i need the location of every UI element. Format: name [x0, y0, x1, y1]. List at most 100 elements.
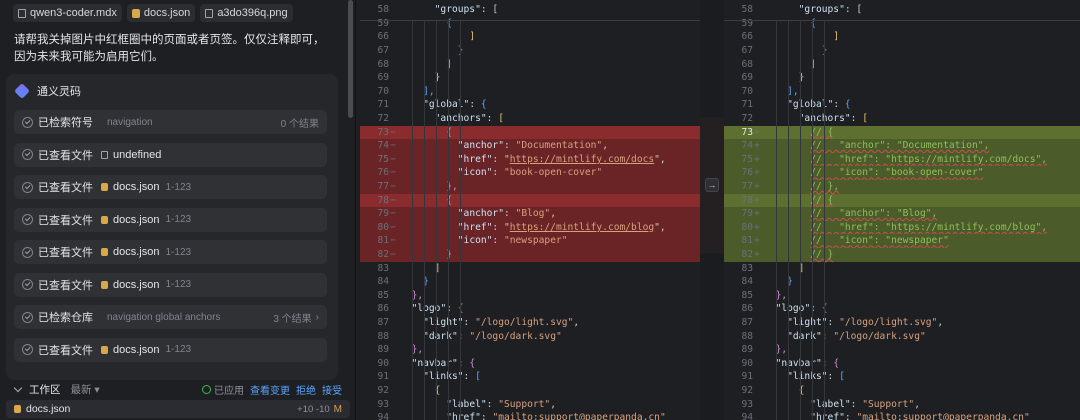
step-file: docs.json	[113, 181, 160, 193]
gutter-row: 80 +	[724, 220, 764, 235]
code-token: ,	[937, 317, 944, 328]
diff-modified-pane[interactable]: 58 59 66 67 68 69 70 71 72 73 +74 +75 +76 +77 +78 +79 +8…	[724, 0, 1080, 420]
step-label: 已查看文件	[38, 279, 93, 292]
gutter-row: 71	[724, 98, 764, 112]
accept-button[interactable]: 接受	[322, 382, 342, 397]
line-number: 89	[741, 344, 753, 356]
tool-step[interactable]: 已查看文件 docs.json 1-123	[14, 175, 327, 199]
code-line: "logo": {	[400, 302, 700, 316]
step-detail: navigation	[107, 116, 153, 128]
code-token: https://mintlify.com/docs	[509, 153, 655, 165]
step-file: docs.json	[113, 246, 160, 258]
code-token: "mailto:support@paperpanda.cn"	[492, 412, 666, 420]
gutter-row: 69	[360, 71, 400, 85]
gutter-row: 66	[724, 30, 764, 44]
json-icon	[101, 345, 108, 354]
code-token: "icon"	[457, 167, 493, 179]
diff-original-pane[interactable]: 58 59 66 67 68 69 70 71 72 73−74−75−76−77−78−79−8…	[360, 0, 700, 420]
context-file-chip[interactable]: docs.json	[126, 4, 196, 22]
gutter-row: 71	[360, 98, 400, 112]
sticky-scroll-divider	[360, 20, 700, 21]
step-file: docs.json	[113, 213, 160, 226]
code-token: },	[775, 344, 788, 356]
gutter-row: 75−	[360, 152, 400, 167]
code-token: [	[862, 113, 868, 124]
line-number: 75	[741, 153, 753, 165]
code-token: ,	[602, 140, 608, 152]
step-detail: 1-123	[165, 246, 192, 258]
code-token: :	[827, 371, 840, 383]
code-token: // {	[810, 194, 834, 206]
line-number: 66	[377, 31, 389, 43]
context-file-chip[interactable]: qwen3-coder.mdx	[13, 4, 122, 22]
indent-guide	[776, 20, 777, 420]
line-number: 83	[741, 262, 753, 274]
recent-dropdown[interactable]: 最新 ▾	[71, 382, 100, 397]
code-token: "groups"	[434, 4, 481, 16]
gutter-row: 76 +	[724, 166, 764, 180]
code-line: "icon": "newspaper"	[400, 234, 700, 248]
applied-status: 已应用	[202, 382, 244, 397]
gutter-row: 79−	[360, 207, 400, 221]
chat-scrollbar[interactable]	[348, 0, 353, 118]
code-token: // }	[810, 249, 834, 260]
tool-step[interactable]: 已检索符号 navigation 0 个结果	[14, 110, 327, 134]
diff-divider: →	[700, 0, 724, 420]
step-file: docs.json	[113, 278, 160, 291]
chevron-down-icon[interactable]	[13, 383, 23, 392]
modified-badge: M	[333, 403, 342, 415]
code-token: "global"	[787, 99, 834, 111]
workspace-file-row[interactable]: docs.json +10 -10 M	[6, 400, 350, 418]
code-token: :	[480, 412, 493, 420]
check-circle-icon	[22, 246, 33, 258]
gutter-row: 90	[360, 357, 400, 371]
code-token: :	[492, 167, 504, 179]
diff-marker: +	[754, 221, 760, 233]
reject-button[interactable]: 拒绝	[296, 382, 316, 397]
line-number: 78	[377, 194, 389, 206]
tool-step[interactable]: 已查看文件 undefined	[14, 142, 327, 167]
gutter-row: 58	[360, 3, 400, 17]
code-token: "Support"	[498, 398, 551, 410]
code-token: :	[503, 208, 516, 220]
code-token: :	[463, 371, 476, 383]
code-token: ,	[573, 317, 580, 328]
diff-marker: −	[390, 235, 396, 247]
context-file-chip[interactable]: a3do396q.png	[200, 4, 293, 22]
gutter-row: 88	[724, 330, 764, 344]
gutter-row: 92	[360, 384, 400, 398]
tool-step[interactable]: 已检索仓库 navigation global anchors 3 个结果 ›	[14, 305, 327, 329]
check-circle-icon	[22, 214, 33, 225]
gutter-row: 85	[360, 289, 400, 303]
code-token: "anchor"	[457, 140, 504, 152]
diff-marker: −	[390, 140, 396, 152]
code-token: "dark"	[787, 330, 822, 342]
view-changes-button[interactable]: 查看变更	[250, 382, 290, 397]
tool-step[interactable]: 已查看文件 docs.json 1-123	[14, 207, 327, 232]
gutter-row: 72	[724, 112, 764, 126]
code-line: "href": "https://mintlify.com/docs",	[400, 152, 700, 167]
step-label: 已查看文件	[38, 344, 93, 357]
gutter-row: 79 +	[724, 207, 764, 221]
tool-step[interactable]: 已查看文件 docs.json 1-123	[14, 272, 327, 297]
code-token: "href"	[446, 412, 481, 420]
workspace-title: 工作区	[29, 383, 61, 396]
line-number: 81	[377, 235, 389, 247]
doc-icon	[101, 150, 108, 159]
gutter-row: 88	[360, 330, 400, 344]
revert-arrow-icon[interactable]: →	[705, 178, 719, 192]
tool-step[interactable]: 已查看文件 docs.json 1-123	[14, 240, 327, 264]
code-line: ],	[400, 85, 700, 99]
tool-step[interactable]: 已查看文件 docs.json 1-123	[14, 337, 327, 362]
line-number: 70	[741, 85, 753, 97]
gutter-row: 58	[724, 3, 764, 17]
original-code[interactable]: "groups": [ { ] } ] } ], "global": { "an…	[400, 0, 700, 420]
